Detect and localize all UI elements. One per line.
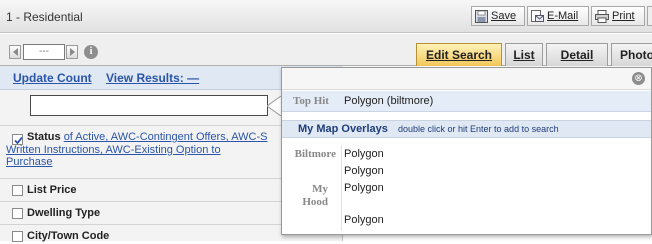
tab-edit-search-label: Edit Search (425, 48, 493, 62)
status-label: Status (27, 131, 61, 143)
tab-detail-label: Detail (560, 48, 594, 62)
tab-list-label: List (513, 48, 535, 62)
record-number-field[interactable]: --- (23, 44, 65, 60)
overlays-hint: double click or hit Enter to add to sear… (398, 124, 559, 134)
city-town-checkbox[interactable] (12, 231, 23, 242)
print-button[interactable]: Print (591, 6, 645, 26)
dwelling-type-checkbox[interactable] (12, 208, 23, 219)
overlays-header: My Map Overlays double click or hit Ente… (282, 120, 651, 138)
top-hit-label: Top Hit (293, 95, 329, 107)
tab-edit-search[interactable]: Edit Search (416, 43, 502, 66)
tab-list[interactable]: List (505, 43, 543, 66)
overlay-item[interactable]: Polygon (344, 182, 384, 194)
overlay-item[interactable]: Polygon (344, 214, 384, 226)
group-divider (341, 145, 342, 231)
info-icon[interactable]: i (84, 45, 98, 59)
tab-photo-label: Photo (620, 48, 652, 62)
title-bar: 1 - Residential Save E-Mail Print (0, 0, 652, 33)
status-value-line2[interactable]: Written Instructions, AWC-Existing Optio… (6, 144, 221, 156)
floppy-disk-icon (475, 9, 488, 23)
triangle-left-icon (13, 48, 18, 56)
list-price-checkbox[interactable] (12, 185, 23, 196)
autocomplete-popup: ⊗ Top Hit Polygon (biltmore) My Map Over… (281, 67, 652, 235)
overlay-item[interactable]: Polygon (344, 148, 384, 160)
toolbar-overflow-edge (647, 6, 652, 26)
status-value-line3[interactable]: Purchase (6, 156, 52, 168)
top-hit-row[interactable]: Top Hit Polygon (biltmore) (282, 91, 651, 112)
email-icon (531, 9, 544, 22)
previous-button[interactable] (9, 45, 21, 59)
group-label-biltmore: Biltmore (294, 148, 336, 160)
popup-pointer-icon (267, 96, 281, 116)
email-button[interactable]: E-Mail (527, 6, 589, 26)
next-button[interactable] (66, 45, 78, 59)
status-value-link[interactable]: of Active, AWC-Contingent Offers, AWC-S (64, 131, 268, 143)
group-label-my-hood: My Hood (302, 183, 328, 208)
search-input[interactable] (30, 95, 268, 116)
update-count-link[interactable]: Update Count (13, 71, 92, 85)
window-title: 1 - Residential (6, 10, 83, 24)
printer-icon (595, 9, 609, 23)
save-button[interactable]: Save (471, 6, 525, 26)
popup-header: ⊗ (282, 68, 651, 90)
tab-detail[interactable]: Detail (546, 43, 608, 66)
view-results-link[interactable]: View Results: — (106, 71, 199, 85)
top-hit-value: Polygon (biltmore) (344, 95, 434, 107)
overlay-item[interactable]: Polygon (344, 165, 384, 177)
close-icon[interactable]: ⊗ (632, 72, 645, 85)
overlays-heading: My Map Overlays (298, 123, 388, 135)
triangle-right-icon (70, 48, 75, 56)
save-button-label: Save (491, 10, 517, 22)
tab-photo[interactable]: Photo (611, 43, 652, 66)
city-town-label: City/Town Code (27, 230, 110, 242)
dwelling-type-label: Dwelling Type (27, 207, 101, 219)
list-price-label: List Price (27, 184, 77, 196)
print-button-label: Print (612, 10, 635, 22)
email-button-label: E-Mail (547, 10, 579, 22)
